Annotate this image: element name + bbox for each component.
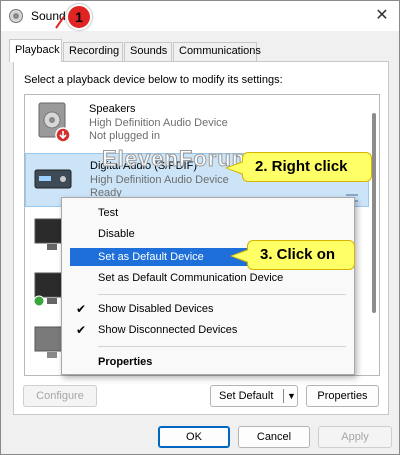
menu-label: Properties — [98, 356, 153, 368]
sound-dialog: Sound ✕ Playback Recording Sounds Commun… — [0, 0, 400, 455]
step-1-badge: 1 — [66, 4, 92, 30]
menu-item-show-disabled-devices[interactable]: ✔ Show Disabled Devices — [70, 300, 346, 318]
set-default-label: Set Default — [219, 390, 274, 402]
menu-label: Set as Default Communication Device — [98, 272, 284, 284]
tab-recording[interactable]: Recording — [63, 42, 123, 61]
cancel-button[interactable]: Cancel — [238, 426, 310, 448]
menu-item-properties[interactable]: Properties — [70, 353, 346, 371]
menu-item-test[interactable]: Test — [70, 204, 346, 222]
ok-button[interactable]: OK — [158, 426, 230, 448]
menu-label: Test — [98, 207, 119, 219]
device-name: Speakers — [89, 103, 136, 115]
menu-label: Show Disconnected Devices — [98, 324, 238, 336]
digital-audio-icon — [34, 169, 72, 189]
menu-label: Show Disabled Devices — [98, 303, 214, 315]
apply-button[interactable]: Apply — [318, 426, 392, 448]
properties-button[interactable]: Properties — [306, 385, 379, 407]
check-icon: ✔ — [76, 323, 87, 337]
title-bar: Sound ✕ — [1, 1, 399, 31]
set-default-button[interactable]: Set Default ▼ — [210, 385, 298, 407]
speaker-icon — [38, 102, 71, 143]
sound-app-icon — [9, 9, 23, 23]
menu-label: Set as Default Device — [98, 251, 204, 263]
menu-separator — [98, 294, 346, 295]
callout-click-on: 3. Click on — [230, 240, 355, 270]
instruction-text: Select a playback device below to modify… — [24, 74, 283, 86]
split-divider — [283, 389, 284, 403]
device-list-scrollbar[interactable] — [372, 113, 376, 313]
tab-playback[interactable]: Playback — [9, 39, 62, 62]
device-row-speakers[interactable]: Speakers High Definition Audio Device No… — [25, 97, 369, 151]
close-icon[interactable]: ✕ — [371, 5, 393, 27]
configure-button[interactable]: Configure — [23, 385, 97, 407]
check-icon: ✔ — [76, 302, 87, 316]
device-driver: High Definition Audio Device — [90, 174, 229, 186]
callout-right-click: 2. Right click — [225, 152, 372, 182]
menu-item-show-disconnected-devices[interactable]: ✔ Show Disconnected Devices — [70, 321, 346, 339]
device-driver: High Definition Audio Device — [89, 117, 228, 129]
menu-separator — [98, 346, 346, 347]
menu-item-set-default-communication-device[interactable]: Set as Default Communication Device — [70, 269, 346, 287]
device-status: Not plugged in — [89, 130, 160, 142]
chevron-down-icon[interactable]: ▼ — [287, 386, 296, 406]
tab-sounds[interactable]: Sounds — [124, 42, 172, 61]
tab-communications[interactable]: Communications — [173, 42, 261, 61]
menu-label: Disable — [98, 228, 135, 240]
context-menu: Test Disable Set as Default Device Set a… — [61, 197, 355, 375]
